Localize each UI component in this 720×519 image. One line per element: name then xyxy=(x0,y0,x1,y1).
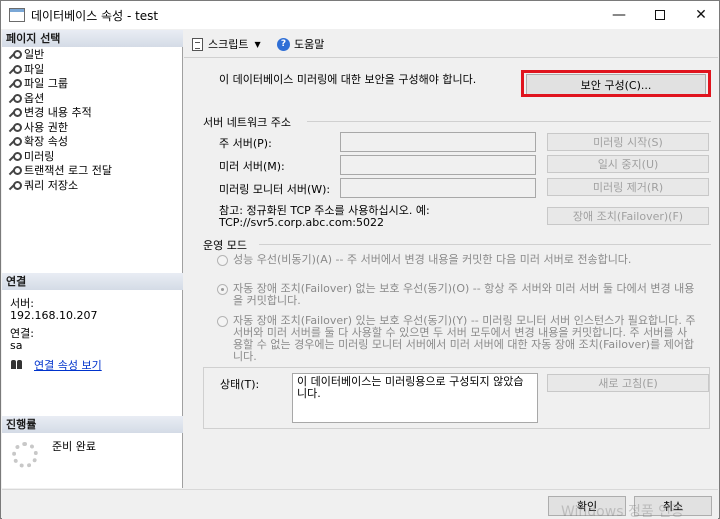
group-divider xyxy=(259,244,711,245)
connection-value: sa xyxy=(10,339,23,352)
page-item-files[interactable]: 파일 xyxy=(8,63,112,78)
wrench-icon xyxy=(8,122,22,133)
principal-server-label: 주 서버(P): xyxy=(219,137,272,150)
wrench-icon xyxy=(8,50,22,60)
maximize-button[interactable] xyxy=(642,1,678,29)
page-item-filegroups[interactable]: 파일 그룹 xyxy=(8,77,112,92)
witness-server-field[interactable] xyxy=(340,178,536,198)
highlight-annotation xyxy=(521,70,711,97)
page-item-mirroring[interactable]: 미러링 xyxy=(8,150,112,165)
page-item-label: 쿼리 저장소 xyxy=(24,178,79,192)
note-line-2: TCP://svr5.corp.abc.com:5022 xyxy=(219,216,385,229)
progress-spinner-icon xyxy=(12,442,38,468)
help-button[interactable]: ? 도움말 xyxy=(277,36,324,52)
pause-button[interactable]: 일시 중지(U) xyxy=(547,155,709,173)
help-label: 도움말 xyxy=(294,38,325,51)
close-button[interactable]: ✕ xyxy=(683,1,719,29)
view-connection-properties-link[interactable]: 연결 속성 보기 xyxy=(34,357,102,373)
group-divider xyxy=(307,121,711,122)
page-item-label: 일반 xyxy=(24,48,45,61)
left-pane: 페이지 선택 일반 파일 파일 그룹 옵션 변경 내용 추적 사용 권한 확장 … xyxy=(2,30,183,488)
page-item-extended-properties[interactable]: 확장 속성 xyxy=(8,135,112,150)
page-item-query-store[interactable]: 쿼리 저장소 xyxy=(8,179,112,194)
page-item-label: 확장 속성 xyxy=(24,135,68,148)
wrench-icon xyxy=(8,79,22,89)
dropdown-arrow-icon: ▼ xyxy=(254,39,261,49)
mode-high-safety-failover-label: 자동 장애 조치(Failover) 있는 보호 우선(동기)(Y) -- 미러… xyxy=(233,314,696,363)
page-item-general[interactable]: 일반 xyxy=(8,48,112,63)
mode-performance-option[interactable]: 성능 우선(비동기)(A) -- 주 서버에서 변경 내용을 커밋한 다음 미러… xyxy=(217,254,697,266)
status-group: 상태(T): 이 데이터베이스는 미러링용으로 구성되지 않았습니다. 새로 고… xyxy=(203,367,710,429)
progress-status: 준비 완료 xyxy=(52,440,96,453)
script-label: 스크립트 xyxy=(208,38,249,51)
mode-high-safety-failover-option[interactable]: 자동 장애 조치(Failover) 있는 보호 우선(동기)(Y) -- 미러… xyxy=(217,315,697,363)
page-select-header: 페이지 선택 xyxy=(2,30,183,47)
mirror-server-label: 미러 서버(M): xyxy=(219,160,285,173)
connection-icon xyxy=(10,360,24,370)
wrench-icon xyxy=(8,108,22,118)
mirroring-page: 이 데이터베이스 미러링에 대한 보안을 구성해야 합니다. 보안 구성(C).… xyxy=(187,59,718,488)
page-item-label: 트랜잭션 로그 전달 xyxy=(24,164,112,177)
refresh-button[interactable]: 새로 고침(E) xyxy=(547,374,709,392)
radio-button[interactable] xyxy=(217,316,228,327)
page-item-label: 변경 내용 추적 xyxy=(24,106,92,119)
wrench-icon xyxy=(8,180,22,191)
progress-header: 진행률 xyxy=(2,416,183,433)
title-bar: 데이터베이스 속성 - test — ✕ xyxy=(1,1,719,29)
script-button[interactable]: 스크립트 ▼ xyxy=(192,36,261,52)
page-list: 일반 파일 파일 그룹 옵션 변경 내용 추적 사용 권한 확장 속성 미러링 … xyxy=(8,48,112,193)
operating-mode-group-title: 운영 모드 xyxy=(203,239,247,252)
page-item-label: 미러링 xyxy=(24,149,55,163)
page-item-label: 옵션 xyxy=(24,91,45,105)
start-mirroring-button[interactable]: 미러링 시작(S) xyxy=(547,133,709,151)
page-item-label: 파일 xyxy=(24,62,45,76)
window-title: 데이터베이스 속성 - test xyxy=(31,9,159,23)
server-value: 192.168.10.207 xyxy=(10,309,98,322)
page-item-label: 사용 권한 xyxy=(24,120,68,134)
principal-server-field[interactable] xyxy=(340,132,536,152)
script-icon xyxy=(192,37,203,51)
server-network-group-title: 서버 네트워크 주소 xyxy=(203,116,291,129)
page-item-log-shipping[interactable]: 트랜잭션 로그 전달 xyxy=(8,164,112,179)
remove-mirroring-button[interactable]: 미러링 제거(R) xyxy=(547,178,709,196)
mirror-server-field[interactable] xyxy=(340,155,536,175)
window-icon xyxy=(9,8,25,22)
wrench-icon xyxy=(8,137,22,147)
radio-button[interactable] xyxy=(217,255,228,266)
wrench-icon xyxy=(8,151,22,162)
page-item-permissions[interactable]: 사용 권한 xyxy=(8,121,112,136)
mode-high-safety-option[interactable]: 자동 장애 조치(Failover) 없는 보호 우선(동기)(O) -- 항상… xyxy=(217,283,697,307)
page-item-change-tracking[interactable]: 변경 내용 추적 xyxy=(8,106,112,121)
toolbar: 스크립트 ▼ ? 도움말 xyxy=(184,30,718,58)
help-icon: ? xyxy=(277,37,290,51)
database-properties-window: 데이터베이스 속성 - test — ✕ 페이지 선택 일반 파일 파일 그룹 … xyxy=(0,0,720,519)
connection-header: 연결 xyxy=(2,273,183,290)
failover-button[interactable]: 장애 조치(Failover)(F) xyxy=(547,207,709,225)
radio-button-selected[interactable] xyxy=(217,284,228,295)
minimize-button[interactable]: — xyxy=(601,1,637,29)
connection-properties-row: 연결 속성 보기 xyxy=(10,357,102,373)
wrench-icon xyxy=(8,93,22,104)
status-text-area[interactable]: 이 데이터베이스는 미러링용으로 구성되지 않았습니다. xyxy=(292,373,538,423)
wrench-icon xyxy=(8,166,22,176)
page-item-label: 파일 그룹 xyxy=(24,77,68,90)
mode-high-safety-label: 자동 장애 조치(Failover) 없는 보호 우선(동기)(O) -- 항상… xyxy=(233,282,695,307)
security-notice: 이 데이터베이스 미러링에 대한 보안을 구성해야 합니다. xyxy=(219,73,477,86)
maximize-icon xyxy=(655,10,665,20)
mode-performance-label: 성능 우선(비동기)(A) -- 주 서버에서 변경 내용을 커밋한 다음 미러… xyxy=(233,253,632,266)
page-item-options[interactable]: 옵션 xyxy=(8,92,112,107)
activation-watermark: Windows 정품 인증 xyxy=(561,504,684,519)
witness-server-label: 미러링 모니터 서버(W): xyxy=(219,183,331,196)
status-label: 상태(T): xyxy=(220,378,260,391)
wrench-icon xyxy=(8,64,22,75)
tcp-address-note: 참고: 정규화된 TCP 주소를 사용하십시오. 예: TCP://svr5.c… xyxy=(219,205,539,229)
